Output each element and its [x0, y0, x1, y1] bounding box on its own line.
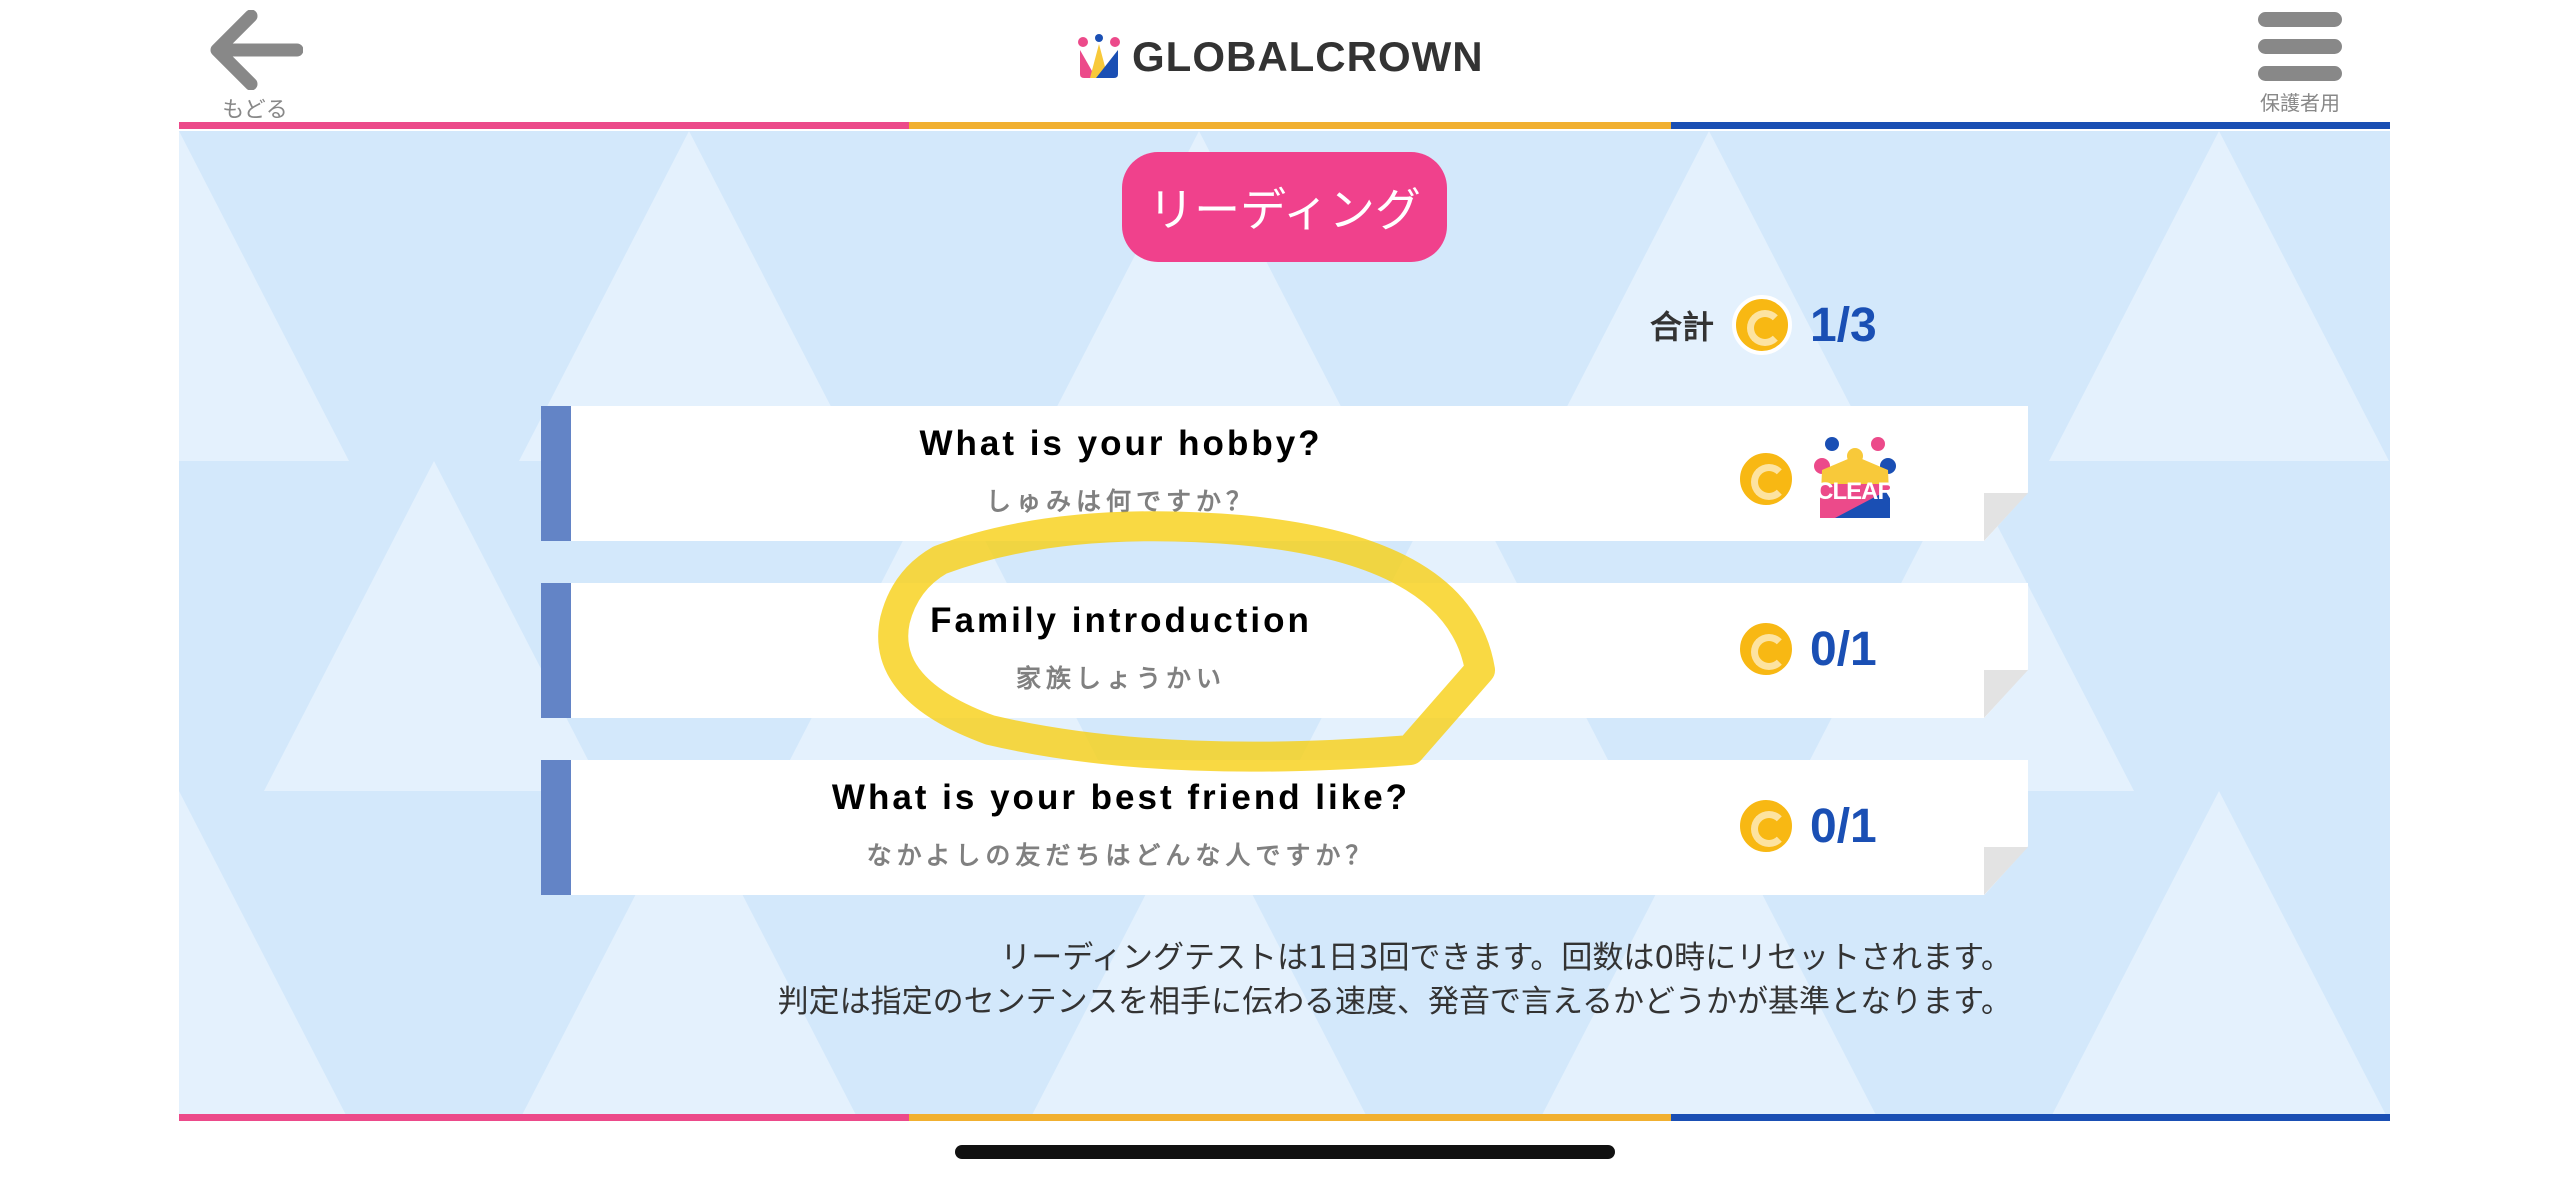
crown-logo-icon — [1078, 34, 1120, 78]
divider — [1671, 122, 2390, 129]
arrow-left-icon — [210, 9, 304, 91]
back-button[interactable]: もどる — [200, 9, 310, 123]
menu-label: 保護者用 — [2260, 91, 2340, 115]
note-line-1: リーディングテストは1日3回できます。回数は0時にリセットされます。 — [1000, 940, 2012, 976]
total-label: 合計 — [1650, 308, 1715, 346]
note-line-2: 判定は指定のセンテンスを相手に伝わる速度、発音で言えるかどうかが基準となります。 — [777, 984, 2012, 1020]
total-value: 1/3 — [1810, 298, 1877, 352]
coin-icon — [1736, 796, 1796, 856]
logo-text: GLOBALCROWN — [1132, 33, 1484, 80]
clear-crown-badge: CLEAR — [1810, 434, 1900, 524]
hamburger-icon — [2250, 12, 2350, 81]
divider — [179, 1114, 909, 1121]
total-score: 合計 1/3 — [1650, 295, 1877, 355]
item-subtitle: なかよしの友だちはどんな人ですか？ — [866, 841, 1376, 870]
logo: GLOBALCROWN — [1076, 32, 1484, 82]
item-score: 0/1 — [1810, 622, 1877, 676]
page-title: リーディング — [1122, 152, 1447, 262]
home-indicator[interactable] — [955, 1145, 1615, 1159]
back-label: もどる — [222, 98, 288, 123]
divider — [909, 1114, 1671, 1121]
item-title: What is your hobby? — [919, 424, 1323, 463]
clear-label: CLEAR — [1816, 478, 1895, 505]
parent-menu-button[interactable]: 保護者用 — [2250, 12, 2350, 116]
coin-icon — [1736, 619, 1796, 679]
coin-icon — [1736, 449, 1796, 509]
divider — [1671, 1114, 2390, 1121]
item-score: 0/1 — [1810, 799, 1877, 853]
divider — [909, 122, 1671, 129]
divider — [179, 122, 909, 129]
highlight-annotation — [878, 511, 1495, 772]
coin-icon — [1732, 295, 1793, 355]
